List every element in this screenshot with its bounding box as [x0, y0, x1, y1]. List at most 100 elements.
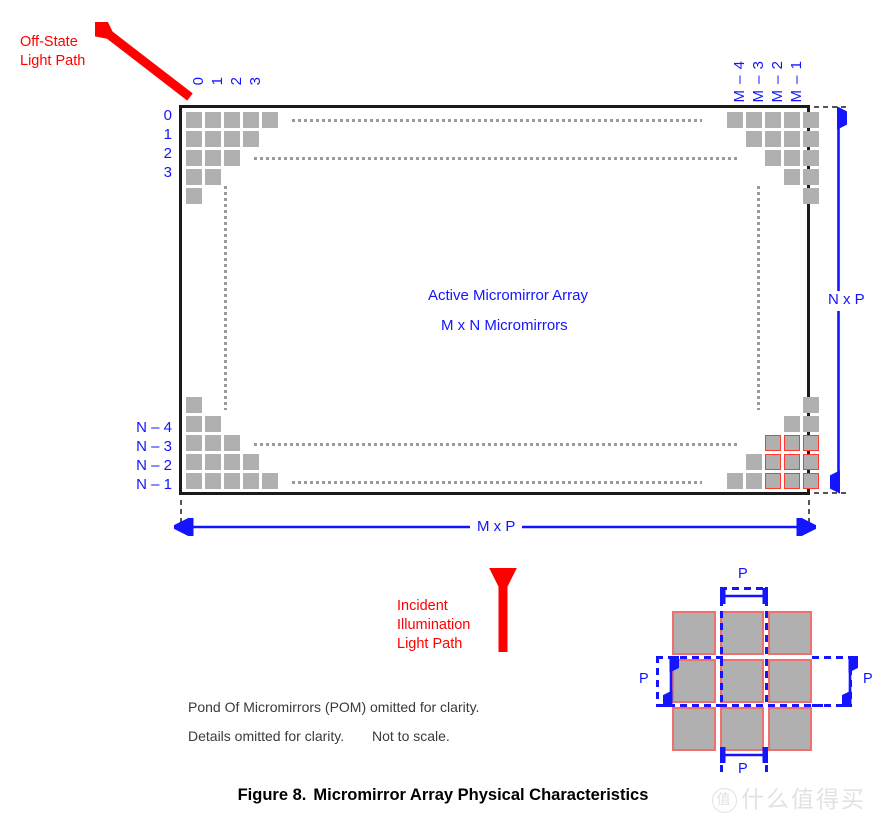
micromirror-br-2-2 [765, 435, 781, 451]
micromirror-tl-2-2 [224, 150, 240, 166]
micromirror-tl-0-0 [186, 112, 202, 128]
micromirror-tr-0-1 [784, 112, 800, 128]
micromirror-tr-0-4 [727, 112, 743, 128]
pitch-label-top: P [738, 566, 748, 582]
figure-caption: Figure 8. Micromirror Array Physical Char… [0, 786, 886, 805]
micromirror-bl-4-0 [186, 397, 202, 413]
ellipsis-row-2 [254, 157, 740, 160]
micromirror-tr-1-1 [784, 131, 800, 147]
pitch-guide-v-left [720, 587, 723, 707]
column-label-1: 1 [209, 76, 226, 86]
pitch-label-bottom: P [738, 761, 748, 777]
pitch-mirror-0-1 [720, 611, 764, 655]
micromirror-bl-0-3 [243, 473, 259, 489]
row-label-n-minus-3: N – 3 [136, 438, 172, 455]
micromirror-br-3-1 [784, 416, 800, 432]
column-label-0: 0 [190, 76, 207, 86]
micromirror-br-0-4 [727, 473, 743, 489]
pitch-mirror-1-2 [768, 659, 812, 703]
micromirror-bl-0-1 [205, 473, 221, 489]
pitch-mirror-2-1 [720, 707, 764, 751]
column-label-m-minus-4: M – 4 [731, 60, 748, 103]
column-label-2: 2 [228, 76, 245, 86]
micromirror-bl-0-2 [224, 473, 240, 489]
micromirror-bl-2-2 [224, 435, 240, 451]
row-label-1: 1 [163, 126, 172, 143]
note-not-to-scale: Not to scale. [372, 728, 450, 744]
micromirror-tr-2-1 [784, 150, 800, 166]
micromirror-tl-3-0 [186, 169, 202, 185]
micromirror-br-4-0 [803, 397, 819, 413]
pitch-mirror-2-2 [768, 707, 812, 751]
pitch-mirror-1-1 [720, 659, 764, 703]
micromirror-tr-1-3 [746, 131, 762, 147]
micromirror-tr-3-1 [784, 169, 800, 185]
figure-caption-title: Micromirror Array Physical Characteristi… [313, 786, 649, 804]
pitch-detail-diagram: P P P P [639, 563, 873, 778]
micromirror-tl-0-3 [243, 112, 259, 128]
ellipsis-row-n-minus-1 [292, 481, 702, 484]
micromirror-br-1-0 [803, 454, 819, 470]
micromirror-tr-1-0 [803, 131, 819, 147]
column-label-m-minus-2: M – 2 [769, 60, 786, 103]
pitch-guide-h-mid [720, 704, 826, 707]
row-label-n-minus-1: N – 1 [136, 476, 172, 493]
pitch-label-right: P [863, 671, 873, 687]
micromirror-br-0-2 [765, 473, 781, 489]
micromirror-tl-2-0 [186, 150, 202, 166]
pitch-arrow-top [720, 588, 768, 604]
micromirror-br-0-0 [803, 473, 819, 489]
micromirror-tl-1-3 [243, 131, 259, 147]
micromirror-bl-1-1 [205, 454, 221, 470]
note-details-omitted: Details omitted for clarity. [188, 728, 345, 744]
micromirror-bl-0-0 [186, 473, 202, 489]
micromirror-br-2-1 [784, 435, 800, 451]
micromirror-br-3-0 [803, 416, 819, 432]
micromirror-tr-3-0 [803, 169, 819, 185]
micromirror-bl-3-0 [186, 416, 202, 432]
micromirror-tl-1-2 [224, 131, 240, 147]
micromirror-tl-0-4 [262, 112, 278, 128]
micromirror-tl-3-1 [205, 169, 221, 185]
column-label-m-minus-3: M – 3 [750, 60, 767, 103]
micromirror-bl-1-0 [186, 454, 202, 470]
note-pom-omitted: Pond Of Micromirrors (POM) omitted for c… [188, 699, 480, 715]
micromirror-tl-1-0 [186, 131, 202, 147]
micromirror-br-1-3 [746, 454, 762, 470]
micromirror-tr-2-2 [765, 150, 781, 166]
micromirror-tr-0-2 [765, 112, 781, 128]
figure-caption-number: Figure 8. [237, 786, 307, 804]
pitch-label-left: P [639, 671, 649, 687]
row-label-n-minus-4: N – 4 [136, 419, 172, 436]
active-array-title: Active Micromirror Array [428, 287, 589, 304]
row-label-3: 3 [163, 164, 172, 181]
pitch-mirror-2-0 [672, 707, 716, 751]
micromirror-br-0-3 [746, 473, 762, 489]
dimension-label-mxp: M x P [472, 518, 521, 535]
pitch-arrow-left [663, 656, 679, 707]
micromirror-tl-4-0 [186, 188, 202, 204]
micromirror-bl-1-2 [224, 454, 240, 470]
row-label-n-minus-2: N – 2 [136, 457, 172, 474]
micromirror-bl-0-4 [262, 473, 278, 489]
micromirror-tr-4-0 [803, 188, 819, 204]
pitch-arrow-right [842, 656, 858, 707]
ellipsis-row-n-minus-3 [254, 443, 740, 446]
off-state-arrow-icon [95, 22, 193, 101]
micromirror-tr-2-0 [803, 150, 819, 166]
micromirror-br-2-0 [803, 435, 819, 451]
micromirror-tl-0-2 [224, 112, 240, 128]
pitch-guide-v-right [765, 587, 768, 707]
micromirror-tr-0-0 [803, 112, 819, 128]
pitch-mirror-0-0 [672, 611, 716, 655]
micromirror-bl-3-1 [205, 416, 221, 432]
micromirror-tl-1-1 [205, 131, 221, 147]
ellipsis-col-1 [224, 186, 227, 410]
ellipsis-col-m-minus-3 [757, 186, 760, 410]
dimension-label-nxp: N x P [823, 291, 870, 308]
pitch-mirror-0-2 [768, 611, 812, 655]
row-label-0: 0 [163, 107, 172, 124]
column-label-3: 3 [247, 76, 264, 86]
pitch-guide-v-far-left [656, 656, 659, 707]
micromirror-bl-1-3 [243, 454, 259, 470]
